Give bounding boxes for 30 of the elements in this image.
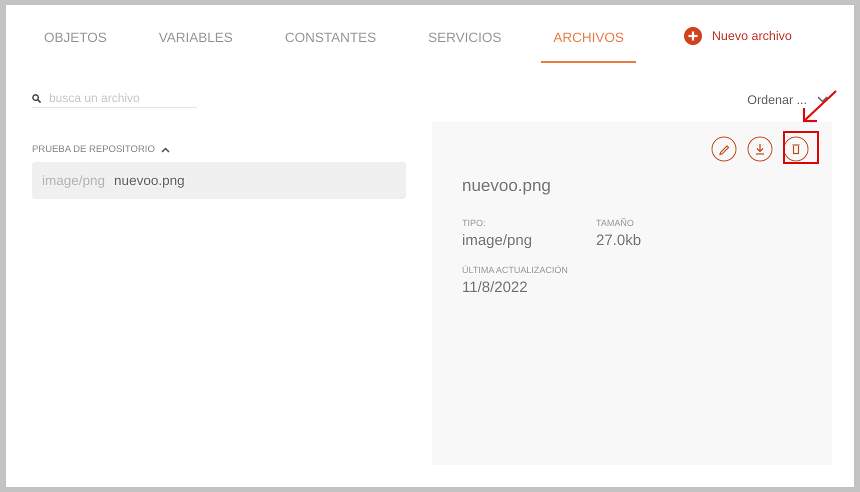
search-icon — [32, 94, 41, 102]
arrow-annotation — [800, 89, 838, 125]
file-name: nuevoo.png — [114, 173, 185, 188]
highlight-box — [783, 131, 819, 164]
tab[interactable]: VARIABLES — [146, 30, 245, 63]
pencil-button[interactable] — [711, 136, 737, 162]
field-label: TIPO: — [462, 218, 487, 228]
field-value: image/png — [462, 232, 534, 249]
plus-icon — [684, 27, 702, 45]
tab[interactable]: SERVICIOS — [416, 30, 514, 63]
field-label: ÚLTIMA ACTUALIZACIÓN — [462, 265, 569, 275]
chevron-up-icon — [160, 146, 170, 152]
download-icon — [747, 136, 773, 162]
new-file-button[interactable]: Nuevo archivo — [664, 27, 792, 63]
trash-button[interactable] — [783, 136, 809, 162]
chevron-down-icon — [817, 96, 828, 103]
field-label: TAMAÑO — [596, 218, 635, 228]
field-value: 11/8/2022 — [462, 279, 529, 296]
trash-icon — [783, 136, 809, 162]
sort-dropdown[interactable]: Ordenar ... — [747, 92, 832, 106]
pencil-icon — [711, 136, 737, 162]
file-title: nuevoo.png — [462, 176, 552, 196]
download-button[interactable] — [747, 136, 773, 162]
tab[interactable]: OBJETOS — [32, 30, 119, 63]
group-header[interactable]: PRUEBA DE REPOSITORIO — [32, 144, 170, 155]
field-value: 27.0kb — [596, 232, 642, 249]
file-type: image/png — [42, 173, 106, 188]
tab[interactable]: CONSTANTES — [272, 30, 388, 63]
tab[interactable]: ARCHIVOS — [541, 30, 636, 63]
file-item[interactable]: image/png nuevoo.png — [32, 162, 406, 199]
